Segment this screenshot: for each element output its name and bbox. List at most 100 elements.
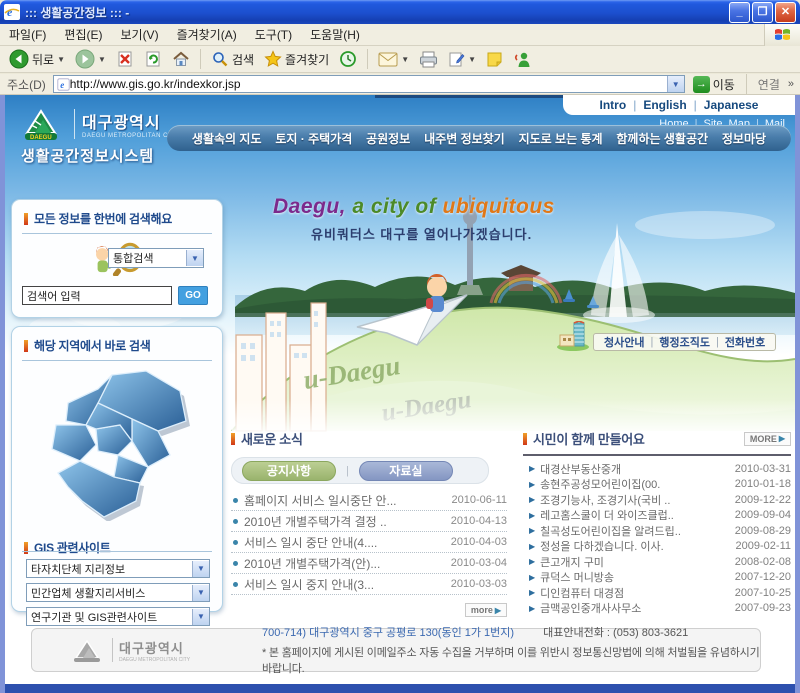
link-building-guide[interactable]: 청사안내: [604, 334, 644, 350]
url-input[interactable]: [70, 77, 667, 91]
links-chevron-icon[interactable]: »: [788, 78, 796, 90]
mail-button[interactable]: ▼: [375, 47, 412, 71]
citizen-item[interactable]: ▶ 디인컴퓨터 대경점 2007-10-25: [523, 585, 791, 601]
footer-logo: 대구광역시 DAEGU METROPOLITAN CITY: [72, 638, 262, 663]
daegu-mountain-gray-icon: [72, 638, 106, 662]
news-item[interactable]: 서비스 일시 중단 안내(4.... 2010-04-03: [231, 532, 507, 553]
banner-subline: 유비쿼터스 대구를 열어나가겠습니다.: [311, 224, 532, 243]
forward-dropdown[interactable]: ▼: [98, 55, 106, 64]
edit-button[interactable]: ▼: [445, 47, 479, 71]
citizen-item[interactable]: ▶ 정성을 다하겠습니다. 이사. 2009-02-11: [523, 539, 791, 555]
forward-button[interactable]: ▼: [72, 47, 109, 71]
refresh-icon: [144, 50, 162, 68]
dropdown-icon[interactable]: ▼: [192, 561, 209, 577]
citizen-item[interactable]: ▶ 레고홈스쿨이 더 와이즈클럽.. 2009-09-04: [523, 508, 791, 524]
messenger-button[interactable]: [510, 47, 534, 71]
site-logo[interactable]: DAEGU 대구광역시 DAEGU METROPOLITAN CITY 생활공간…: [21, 107, 181, 166]
stop-icon: [116, 50, 134, 68]
search-go-button[interactable]: GO: [178, 286, 208, 305]
citizen-item[interactable]: ▶ 대경산부동산중개 2010-03-31: [523, 461, 791, 477]
page-ie-icon: e: [57, 78, 70, 91]
print-icon: [419, 51, 438, 68]
notes-button[interactable]: [483, 47, 506, 71]
footer-phone: 대표안내전화 : (053) 803-3621: [543, 627, 688, 639]
address-field[interactable]: e ▼: [53, 75, 685, 93]
news-item[interactable]: 2010년 개별주택가격 결정 .. 2010-04-13: [231, 511, 507, 532]
nav-shared-space[interactable]: 함께하는 생활공간: [616, 130, 708, 147]
news-item[interactable]: 서비스 일시 중지 안내(3... 2010-03-03: [231, 574, 507, 595]
nav-living-map[interactable]: 생활속의 지도: [192, 130, 262, 147]
news-item[interactable]: 2010년 개별주택가격(안)... 2010-03-04: [231, 553, 507, 574]
refresh-button[interactable]: [141, 47, 165, 71]
menu-tools[interactable]: 도구(T): [246, 26, 301, 43]
tab-notices[interactable]: 공지사항: [242, 461, 336, 481]
org-name-en: DAEGU METROPOLITAN CITY: [82, 133, 179, 139]
menu-help[interactable]: 도움말(H): [301, 26, 369, 43]
windows-logo: [764, 24, 800, 46]
link-japanese[interactable]: Japanese: [704, 98, 759, 112]
link-phone-numbers[interactable]: 전화번호: [725, 334, 765, 350]
keyword-input[interactable]: [22, 286, 172, 305]
news-item[interactable]: 홈페이지 서비스 일시중단 안... 2010-06-11: [231, 490, 507, 511]
back-dropdown[interactable]: ▼: [57, 55, 65, 64]
menu-view[interactable]: 보기(V): [111, 26, 167, 43]
home-button[interactable]: [169, 47, 193, 71]
citizen-item[interactable]: ▶ 큐덕스 머니방송 2007-12-20: [523, 570, 791, 586]
back-button[interactable]: 뒤로 ▼: [6, 47, 68, 71]
link-intro[interactable]: Intro: [600, 98, 627, 112]
home-icon: [172, 50, 190, 68]
citizen-item[interactable]: ▶ 송현주공성모어린이집(00. 2010-01-18: [523, 477, 791, 493]
search-icon: [211, 50, 229, 68]
links-label[interactable]: 연결: [754, 76, 784, 93]
gis-select-research[interactable]: 연구기관 및 GIS관련사이트 ▼: [26, 607, 210, 626]
bullet-icon: ▶: [529, 526, 535, 535]
ie-icon: e: [4, 4, 20, 20]
dropdown-icon[interactable]: ▼: [192, 609, 209, 625]
bullet-icon: [233, 519, 238, 524]
citizen-item[interactable]: ▶ 큰고개지 구미 2008-02-08: [523, 554, 791, 570]
tab-archive[interactable]: 자료실: [359, 461, 453, 481]
address-dropdown-icon[interactable]: ▼: [667, 76, 684, 92]
search-button[interactable]: 검색: [208, 47, 257, 71]
citizen-item[interactable]: ▶ 칠곡성도어린이집을 알려드립.. 2009-08-29: [523, 523, 791, 539]
nav-land-price[interactable]: 토지 · 주택가격: [275, 130, 352, 147]
edit-dropdown[interactable]: ▼: [468, 55, 476, 64]
citizen-item[interactable]: ▶ 조경기능사, 조경기사(국비 .. 2009-12-22: [523, 492, 791, 508]
maximize-button[interactable]: ❐: [752, 2, 773, 23]
bullet-icon: ▶: [529, 588, 535, 597]
category-dropdown-icon[interactable]: ▼: [186, 250, 203, 266]
close-button[interactable]: ✕: [775, 2, 796, 23]
go-button[interactable]: → 이동: [689, 76, 739, 93]
menu-edit[interactable]: 편집(E): [55, 26, 111, 43]
mail-dropdown[interactable]: ▼: [401, 55, 409, 64]
favorites-button[interactable]: 즐겨찾기: [261, 47, 332, 71]
menu-favorites[interactable]: 즐겨찾기(A): [168, 26, 246, 43]
link-english[interactable]: English: [643, 98, 686, 112]
history-button[interactable]: [336, 47, 360, 71]
print-button[interactable]: [416, 47, 441, 71]
news-title: 새로운 소식: [241, 429, 303, 448]
nav-nearby-info[interactable]: 내주변 정보찾기: [424, 130, 505, 147]
header-top-line: [375, 95, 565, 98]
banner-headline: Daegu, a city of ubiquitous: [273, 195, 555, 219]
gis-select-private[interactable]: 민간업체 생활지리서비스 ▼: [26, 583, 210, 602]
bullet-icon: ▶: [529, 464, 535, 473]
go-arrow-icon: →: [693, 76, 710, 93]
daegu-district-map[interactable]: [40, 369, 192, 521]
search-category-select[interactable]: 통합검색 ▼: [108, 248, 204, 268]
citizen-more-button[interactable]: MORE ▶: [744, 432, 791, 446]
nav-park-info[interactable]: 공원정보: [366, 130, 410, 147]
org-name: 대구광역시: [82, 109, 179, 133]
citizen-item[interactable]: ▶ 금맥공인중개사사무소 2007-09-23: [523, 601, 791, 617]
bullet-icon: ▶: [529, 604, 535, 613]
nav-map-stats[interactable]: 지도로 보는 통계: [519, 130, 603, 147]
dropdown-icon[interactable]: ▼: [192, 585, 209, 601]
menu-file[interactable]: 파일(F): [0, 26, 55, 43]
stop-button[interactable]: [113, 47, 137, 71]
accent-bar-icon: [231, 433, 235, 445]
link-org-chart[interactable]: 행정조직도: [659, 334, 710, 350]
minimize-button[interactable]: _: [729, 2, 750, 23]
gis-select-municipalities[interactable]: 타자치단체 지리정보 ▼: [26, 559, 210, 578]
nav-info-plaza[interactable]: 정보마당: [722, 130, 766, 147]
news-more-button[interactable]: more ▶: [465, 603, 507, 617]
